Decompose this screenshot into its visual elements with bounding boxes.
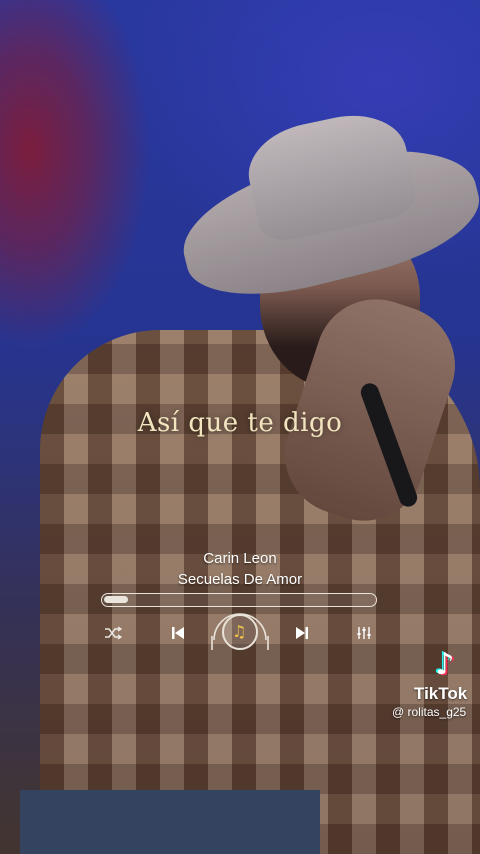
song-title: Secuelas De Amor bbox=[177, 571, 303, 588]
progress-bar[interactable] bbox=[101, 593, 377, 607]
shuffle-icon[interactable] bbox=[104, 625, 123, 644]
music-note-icon: ♫ bbox=[232, 622, 247, 641]
skip-next-icon[interactable] bbox=[294, 625, 310, 644]
artist-name: Carin Leon bbox=[203, 550, 277, 567]
play-button[interactable]: ♫ bbox=[222, 614, 258, 650]
progress-fill bbox=[104, 596, 128, 603]
lyric-caption: Así que te digo bbox=[137, 408, 343, 438]
skip-previous-icon[interactable] bbox=[170, 625, 186, 644]
equalizer-icon[interactable] bbox=[356, 625, 372, 644]
tiktok-username: @ rolitas_g25 bbox=[392, 705, 467, 719]
tiktok-logo-icon: ♪ bbox=[435, 647, 455, 682]
tiktok-brand: TikTok bbox=[414, 684, 468, 703]
